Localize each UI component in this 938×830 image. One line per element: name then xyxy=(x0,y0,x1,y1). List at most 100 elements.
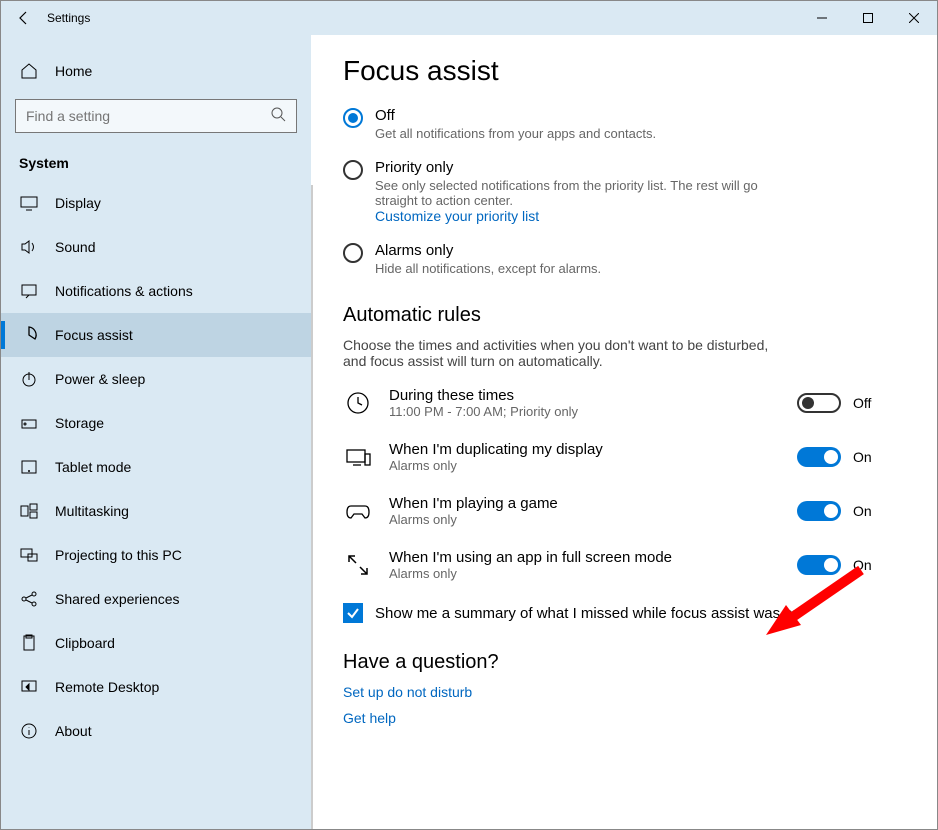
window-title: Settings xyxy=(47,11,90,25)
rule-desc: Alarms only xyxy=(389,566,781,581)
sidebar-item-notifications[interactable]: Notifications & actions xyxy=(1,269,311,313)
storage-icon xyxy=(19,414,39,432)
radio-off[interactable]: Off Get all notifications from your apps… xyxy=(343,107,897,141)
radio-alarms-only[interactable]: Alarms only Hide all notifications, exce… xyxy=(343,242,897,276)
radio-desc: See only selected notifications from the… xyxy=(375,178,795,208)
fullscreen-icon xyxy=(343,552,373,578)
rule-fullscreen-app[interactable]: When I'm using an app in full screen mod… xyxy=(343,549,897,581)
main-content: Focus assist Off Get all notifications f… xyxy=(311,35,937,829)
focus-assist-icon xyxy=(19,326,39,344)
rule-title: When I'm playing a game xyxy=(389,495,781,512)
sidebar-item-shared[interactable]: Shared experiences xyxy=(1,577,311,621)
question-heading: Have a question? xyxy=(343,651,897,674)
radio-desc: Hide all notifications, except for alarm… xyxy=(375,261,601,276)
nav-label: Remote Desktop xyxy=(55,679,159,695)
toggle-state: Off xyxy=(853,395,871,411)
search-input[interactable] xyxy=(26,108,270,124)
radio-title: Alarms only xyxy=(375,242,601,259)
sidebar-item-focus-assist[interactable]: Focus assist xyxy=(1,313,311,357)
about-icon xyxy=(19,722,39,740)
checkbox-label: Show me a summary of what I missed while… xyxy=(375,605,801,622)
nav-label: Clipboard xyxy=(55,635,115,651)
search-icon xyxy=(270,106,286,127)
sidebar-item-display[interactable]: Display xyxy=(1,181,311,225)
radio-indicator xyxy=(343,243,363,263)
nav-label: Storage xyxy=(55,415,104,431)
close-button[interactable] xyxy=(891,1,937,35)
page-title: Focus assist xyxy=(343,55,897,87)
automatic-rules-desc: Choose the times and activities when you… xyxy=(343,337,783,369)
rule-during-times[interactable]: During these times11:00 PM - 7:00 AM; Pr… xyxy=(343,387,897,419)
game-icon xyxy=(343,498,373,524)
sound-icon xyxy=(19,238,39,256)
nav-label: Focus assist xyxy=(55,327,133,343)
scrollbar[interactable] xyxy=(311,185,313,829)
rule-duplicating-display[interactable]: When I'm duplicating my displayAlarms on… xyxy=(343,441,897,473)
home-icon xyxy=(19,62,39,80)
sidebar-item-storage[interactable]: Storage xyxy=(1,401,311,445)
rule-desc: 11:00 PM - 7:00 AM; Priority only xyxy=(389,404,781,419)
nav-label: Display xyxy=(55,195,101,211)
rule-title: When I'm using an app in full screen mod… xyxy=(389,549,781,566)
sidebar-item-projecting[interactable]: Projecting to this PC xyxy=(1,533,311,577)
titlebar: Settings xyxy=(1,1,937,35)
search-box[interactable] xyxy=(15,99,297,133)
automatic-rules-heading: Automatic rules xyxy=(343,304,897,327)
radio-priority-only[interactable]: Priority only See only selected notifica… xyxy=(343,159,897,224)
sidebar-item-about[interactable]: About xyxy=(1,709,311,753)
maximize-button[interactable] xyxy=(845,1,891,35)
radio-title: Priority only xyxy=(375,159,795,176)
multitasking-icon xyxy=(19,502,39,520)
help-link-get-help[interactable]: Get help xyxy=(343,710,897,726)
back-button[interactable] xyxy=(1,1,47,35)
rule-toggle[interactable] xyxy=(797,393,841,413)
radio-indicator xyxy=(343,108,363,128)
nav-label: Tablet mode xyxy=(55,459,131,475)
toggle-state: On xyxy=(853,557,872,573)
home-label: Home xyxy=(55,63,92,79)
shared-icon xyxy=(19,590,39,608)
duplicate-display-icon xyxy=(343,444,373,470)
sidebar-item-tablet[interactable]: Tablet mode xyxy=(1,445,311,489)
home-nav[interactable]: Home xyxy=(1,49,311,93)
sidebar-section-label: System xyxy=(1,143,311,181)
rule-toggle[interactable] xyxy=(797,555,841,575)
help-link-dnd[interactable]: Set up do not disturb xyxy=(343,684,897,700)
clock-icon xyxy=(343,390,373,416)
rule-title: When I'm duplicating my display xyxy=(389,441,781,458)
nav-label: Projecting to this PC xyxy=(55,547,182,563)
projecting-icon xyxy=(19,546,39,564)
toggle-state: On xyxy=(853,449,872,465)
nav-label: Multitasking xyxy=(55,503,129,519)
nav-label: Sound xyxy=(55,239,95,255)
sidebar-item-clipboard[interactable]: Clipboard xyxy=(1,621,311,665)
checkbox-checked-icon xyxy=(343,603,363,623)
tablet-icon xyxy=(19,458,39,476)
display-icon xyxy=(19,194,39,212)
remote-icon xyxy=(19,678,39,696)
customize-priority-link[interactable]: Customize your priority list xyxy=(375,208,795,224)
rule-toggle[interactable] xyxy=(797,501,841,521)
radio-title: Off xyxy=(375,107,656,124)
rule-desc: Alarms only xyxy=(389,512,781,527)
radio-indicator xyxy=(343,160,363,180)
rule-title: During these times xyxy=(389,387,781,404)
radio-desc: Get all notifications from your apps and… xyxy=(375,126,656,141)
clipboard-icon xyxy=(19,634,39,652)
nav-label: Shared experiences xyxy=(55,591,180,607)
nav-label: Notifications & actions xyxy=(55,283,193,299)
sidebar-item-multitasking[interactable]: Multitasking xyxy=(1,489,311,533)
sidebar-item-power[interactable]: Power & sleep xyxy=(1,357,311,401)
rule-playing-game[interactable]: When I'm playing a gameAlarms only On xyxy=(343,495,897,527)
sidebar-item-remote[interactable]: Remote Desktop xyxy=(1,665,311,709)
sidebar-item-sound[interactable]: Sound xyxy=(1,225,311,269)
toggle-state: On xyxy=(853,503,872,519)
rule-toggle[interactable] xyxy=(797,447,841,467)
summary-checkbox-row[interactable]: Show me a summary of what I missed while… xyxy=(343,603,897,623)
minimize-button[interactable] xyxy=(799,1,845,35)
sidebar: Home System Display Sound Notifications … xyxy=(1,35,311,829)
power-icon xyxy=(19,370,39,388)
rule-desc: Alarms only xyxy=(389,458,781,473)
notifications-icon xyxy=(19,282,39,300)
nav-label: About xyxy=(55,723,92,739)
